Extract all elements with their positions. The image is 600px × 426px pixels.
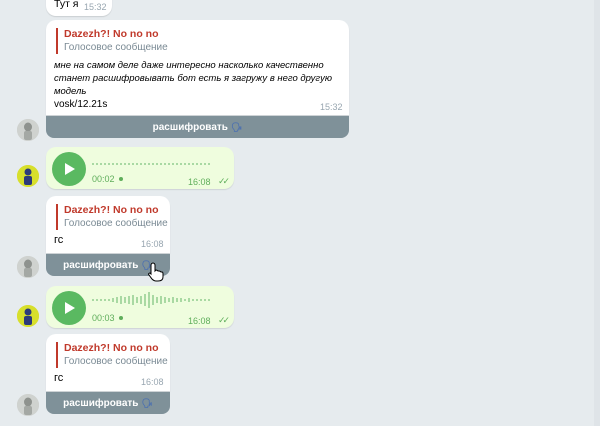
message-time: 15:32 <box>320 102 343 112</box>
quote-author: Dazezh?! No no no <box>64 342 159 354</box>
quote-subtitle: Голосовое сообщение <box>64 42 168 53</box>
play-button[interactable] <box>52 291 86 325</box>
waveform-icon[interactable] <box>92 290 212 310</box>
waveform-icon[interactable] <box>92 159 212 169</box>
scrollbar-track[interactable] <box>594 0 600 426</box>
bot-avatar[interactable] <box>17 394 39 416</box>
message-time: 16:08 <box>141 239 164 249</box>
message-time: 15:32 <box>84 2 107 12</box>
quote-author: Dazezh?! No no no <box>64 204 159 216</box>
play-icon <box>65 163 75 175</box>
message-bubble-top: Тут я 15:32 <box>46 0 112 16</box>
message-bubble-reply-1: Dazezh?! No no no Голосовое сообщение гс… <box>46 196 170 253</box>
speaking-head-icon: 🗣 <box>141 397 153 408</box>
voice-duration: 00:03 <box>92 313 115 323</box>
user-avatar[interactable] <box>17 165 39 187</box>
quote-author: Dazezh?! No no no <box>64 28 159 40</box>
decode-button-label: расшифровать <box>63 397 139 409</box>
voice-message-2: 00:03 16:08 ✓✓ <box>46 286 234 328</box>
bot-avatar[interactable] <box>17 256 39 278</box>
message-bubble-long: Dazezh?! No no no Голосовое сообщение мн… <box>46 20 349 115</box>
play-button[interactable] <box>52 152 86 186</box>
decode-button[interactable]: расшифровать 🗣 <box>46 116 349 138</box>
double-check-icon: ✓✓ <box>218 315 230 325</box>
message-text: Тут я <box>54 0 79 10</box>
message-time: 16:08 <box>141 377 164 387</box>
message-text: гс <box>54 372 64 384</box>
message-bubble-reply-2: Dazezh?! No no no Голосовое сообщение гс… <box>46 334 170 391</box>
message-time: 16:08 <box>188 316 211 326</box>
voice-message-1: 00:02 16:08 ✓✓ <box>46 147 234 189</box>
decode-button-label: расшифровать <box>152 121 228 133</box>
unplayed-dot <box>119 177 123 181</box>
reply-quote[interactable]: Dazezh?! No no no Голосовое сообщение <box>56 342 168 368</box>
message-text: гс <box>54 234 64 246</box>
speaking-head-icon: 🗣 <box>230 121 243 132</box>
user-avatar[interactable] <box>17 305 39 327</box>
message-line-3: модель <box>54 86 87 97</box>
message-line-2: станет расшифровывать бот есть я загружу… <box>54 73 332 84</box>
decode-button-label: расшифровать <box>63 259 139 271</box>
message-time: 16:08 <box>188 177 211 187</box>
reply-quote[interactable]: Dazezh?! No no no Голосовое сообщение <box>56 28 168 54</box>
quote-subtitle: Голосовое сообщение <box>64 356 168 367</box>
decode-button[interactable]: расшифровать 🗣 <box>46 392 170 414</box>
unplayed-dot <box>119 316 123 320</box>
message-line-1: мне на самом деле даже интересно насколь… <box>54 60 324 71</box>
voice-duration: 00:02 <box>92 174 115 184</box>
double-check-icon: ✓✓ <box>218 176 230 186</box>
play-icon <box>65 302 75 314</box>
reply-quote[interactable]: Dazezh?! No no no Голосовое сообщение <box>56 204 168 230</box>
quote-subtitle: Голосовое сообщение <box>64 218 168 229</box>
message-line-4: vosk/12.21s <box>54 99 108 110</box>
cursor-hand-icon <box>148 262 164 282</box>
bot-avatar[interactable] <box>17 119 39 141</box>
